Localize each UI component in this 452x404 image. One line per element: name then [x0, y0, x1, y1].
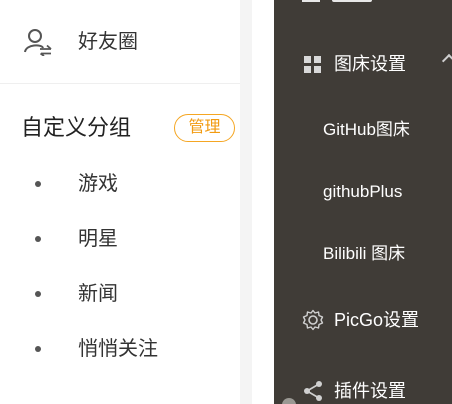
user-switch-icon: [24, 29, 52, 56]
bullet-icon: [35, 291, 41, 297]
group-item-stars[interactable]: 明星: [0, 219, 240, 259]
menu-item-label: 图床设置: [334, 54, 406, 74]
scrollbar-track[interactable]: [240, 0, 252, 404]
submenu-item-label: GitHub图床: [323, 120, 410, 139]
custom-group-title: 自定义分组: [21, 115, 132, 140]
group-item-label: 悄悄关注: [78, 338, 158, 360]
submenu-github[interactable]: GitHub图床: [274, 110, 452, 150]
menu-item-partial-icon: [302, 0, 320, 2]
menu-item-partial-label: [332, 0, 372, 2]
submenu-item-label: Bilibili 图床: [323, 244, 406, 263]
friends-circle-item[interactable]: 好友圈: [0, 0, 240, 84]
left-panel: 好友圈 自定义分组 管理 游戏 明星 新闻 悄悄关注: [0, 0, 240, 404]
group-item-news[interactable]: 新闻: [0, 274, 240, 314]
settings-menu: 图床设置 GitHub图床 githubPlus Bilibili 图床 Pic…: [274, 0, 452, 404]
menu-plugin-settings[interactable]: 插件设置: [274, 371, 452, 404]
menu-image-host-settings[interactable]: 图床设置: [274, 44, 452, 84]
bullet-icon: [35, 236, 41, 242]
bullet-icon: [35, 346, 41, 352]
group-item-games[interactable]: 游戏: [0, 164, 240, 204]
menu-item-label: 插件设置: [334, 381, 406, 401]
group-item-label: 新闻: [78, 283, 118, 305]
menu-picgo-settings[interactable]: PicGo设置: [274, 300, 452, 340]
group-item-secret-follow[interactable]: 悄悄关注: [0, 329, 240, 369]
group-item-label: 游戏: [78, 173, 118, 195]
menu-item-label: PicGo设置: [334, 310, 420, 330]
friends-circle-label: 好友圈: [78, 31, 138, 53]
manage-button[interactable]: 管理: [174, 114, 235, 142]
submenu-githubplus[interactable]: githubPlus: [274, 172, 452, 212]
group-item-label: 明星: [78, 228, 118, 250]
submenu-bilibili[interactable]: Bilibili 图床: [274, 234, 452, 274]
submenu-item-label: githubPlus: [323, 182, 403, 201]
bullet-icon: [35, 181, 41, 187]
